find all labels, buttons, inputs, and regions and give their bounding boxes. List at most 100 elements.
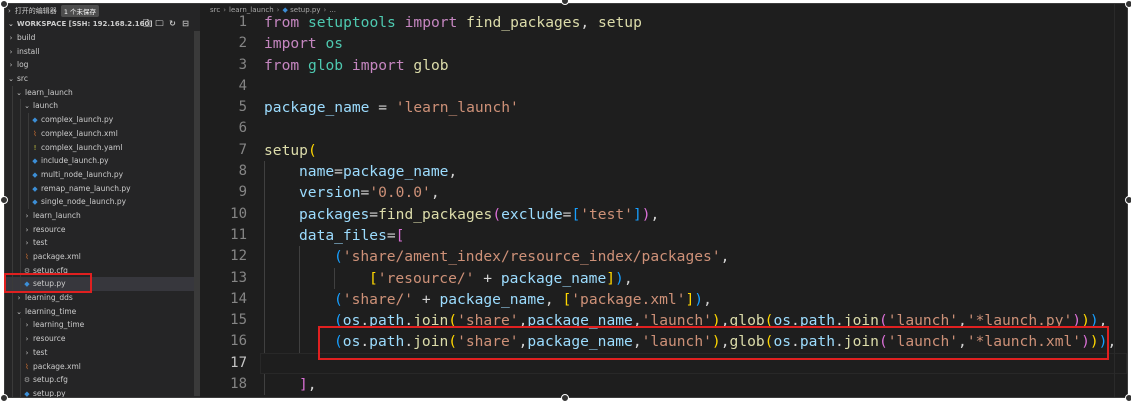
indent-guide: [20, 386, 21, 397]
code-text: from setuptools import find_packages, se…: [264, 12, 642, 33]
indent-guide: [12, 99, 13, 114]
tree-folder[interactable]: › learn_launch: [5, 208, 200, 223]
code-text: setup(: [264, 140, 317, 161]
python-file-icon: ◆: [32, 116, 38, 125]
code-token: packages: [299, 205, 370, 223]
code-token: (: [334, 290, 343, 308]
tree-file[interactable]: ◆ include_launch.py: [5, 154, 200, 168]
indent-guide: [12, 304, 13, 319]
code-token: (: [334, 248, 343, 266]
python-file-icon: ◆: [32, 170, 38, 179]
line-number: 6: [238, 120, 247, 137]
tree-file[interactable]: ⌇ package.xml: [5, 250, 200, 264]
tree-folder[interactable]: › learning_dds: [5, 291, 200, 305]
indent-guide: [12, 167, 13, 182]
indent-guide: [299, 310, 300, 332]
chevron-down-icon: ⌄: [16, 88, 22, 97]
code-line[interactable]: 4: [200, 76, 1127, 97]
tree-item-label: resource: [33, 334, 66, 344]
indent-guide: [20, 318, 21, 333]
yaml-file-icon: !: [33, 143, 37, 152]
tree-item-label: remap_name_launch.py: [41, 183, 131, 193]
line-number: 17: [230, 354, 247, 371]
code-line[interactable]: 13 ['resource/' + package_name]),: [200, 267, 1127, 289]
code-line[interactable]: 3 from glob import glob: [200, 55, 1127, 76]
code-line[interactable]: 1 from setuptools import find_packages, s…: [200, 12, 1127, 33]
tree-folder[interactable]: › test: [5, 236, 200, 250]
code-line[interactable]: 5 package_name = 'learn_launch': [200, 97, 1127, 118]
chevron-right-icon: ›: [25, 321, 29, 330]
line-number: 7: [238, 141, 247, 158]
code-token: name: [299, 163, 335, 181]
code-token: import: [404, 14, 458, 31]
code-line[interactable]: 12 ('share/ament_index/resource_index/pac…: [200, 246, 1127, 268]
code-line[interactable]: 7 setup(: [200, 140, 1127, 161]
code-line[interactable]: 18],: [200, 374, 1127, 396]
code-line[interactable]: 8 name=package_name,: [200, 161, 1127, 183]
code-line[interactable]: 10 packages=find_packages(exclude=['test'…: [200, 203, 1127, 225]
tree-file[interactable]: ◆ multi_node_launch.py: [5, 167, 200, 182]
tree-folder[interactable]: ⌄ learning_time: [5, 304, 200, 319]
tree-folder[interactable]: › learning_time: [5, 318, 200, 333]
code-line[interactable]: 9 version='0.0.0',: [200, 182, 1127, 204]
refresh-icon[interactable]: ↻: [168, 19, 177, 28]
indent-guide: [264, 224, 265, 247]
chevron-right-icon: ›: [17, 294, 21, 303]
tree-folder[interactable]: ⌄ src: [5, 72, 200, 86]
tree-file[interactable]: ⌇ package.xml: [5, 359, 200, 374]
code-text: import os: [264, 33, 343, 54]
tree-item-label: single_node_launch.py: [41, 197, 127, 207]
open-editors-header[interactable]: › 打开的编辑器 1 个未保存: [5, 4, 200, 17]
tree-file[interactable]: ◆ remap_name_launch.py: [5, 181, 200, 196]
tree-file[interactable]: ◆ single_node_launch.py: [5, 195, 200, 209]
tree-file[interactable]: ! complex_launch.yaml: [5, 140, 200, 155]
tree-item-label: launch: [33, 101, 59, 111]
code-token: =: [386, 226, 396, 244]
new-file-icon[interactable]: 🗋: [142, 19, 151, 28]
code-token: package_name: [264, 99, 370, 117]
new-folder-icon[interactable]: 🗀: [155, 19, 164, 28]
indent-guide: [264, 374, 265, 396]
code-token: glob: [307, 56, 344, 74]
tree-folder[interactable]: › log: [5, 58, 200, 72]
line-number: 8: [238, 163, 247, 180]
code-token: [: [369, 269, 378, 287]
tree-item-label: setup.py: [33, 388, 66, 397]
code-token: '0.0.0': [369, 184, 431, 202]
indent-guide: [28, 113, 29, 127]
code-line[interactable]: 14 ('share/' + package_name, ['package.xm…: [200, 288, 1127, 311]
tree-folder[interactable]: ⌄ launch: [5, 99, 200, 114]
file-tree: › build › install › log ⌄ src ⌄ learn_launch ⌄ laun…: [5, 31, 200, 397]
python-file-icon: ◆: [32, 157, 38, 166]
code-line[interactable]: 11 data_files=[: [200, 224, 1127, 247]
tree-folder[interactable]: › test: [5, 345, 200, 360]
indent-guide: [12, 318, 13, 333]
resize-handle: [0, 196, 8, 204]
code-line[interactable]: 6: [200, 118, 1127, 139]
highlight-box-setup-py: [4, 273, 92, 293]
tree-folder[interactable]: › resource: [5, 332, 200, 346]
code-line[interactable]: 2 import os: [200, 33, 1127, 54]
indent-guide: [20, 222, 21, 237]
tree-file[interactable]: ⚙ setup.cfg: [5, 373, 200, 387]
tree-folder[interactable]: › resource: [5, 222, 200, 237]
indent-guide: [28, 195, 29, 209]
code-text: data_files=[: [299, 225, 404, 246]
code-text: from glob import glob: [264, 55, 449, 76]
tree-file[interactable]: ◆ complex_launch.py: [5, 113, 200, 127]
indent-guide: [299, 267, 300, 289]
tree-folder[interactable]: ⌄ learn_launch: [5, 85, 200, 100]
indent-guide: [20, 195, 21, 209]
tree-folder[interactable]: › build: [5, 31, 200, 45]
collapse-all-icon[interactable]: ⊟: [181, 19, 190, 28]
indent-guide: [264, 203, 265, 225]
tree-item-label: complex_launch.py: [41, 115, 114, 125]
tree-folder[interactable]: › install: [5, 45, 200, 59]
code-text: name=package_name,: [299, 161, 457, 182]
tree-file[interactable]: ◆ setup.py: [5, 386, 200, 397]
indent-guide: [12, 154, 13, 168]
workspace-header[interactable]: ⌄ WORKSPACE [SSH: 192.168.2.160] 🗋 🗀 ↻ ⊟: [5, 17, 200, 31]
tree-file[interactable]: ⌇ complex_launch.xml: [5, 126, 200, 141]
code-token: ]: [632, 205, 642, 223]
indent-guide: [20, 359, 21, 374]
